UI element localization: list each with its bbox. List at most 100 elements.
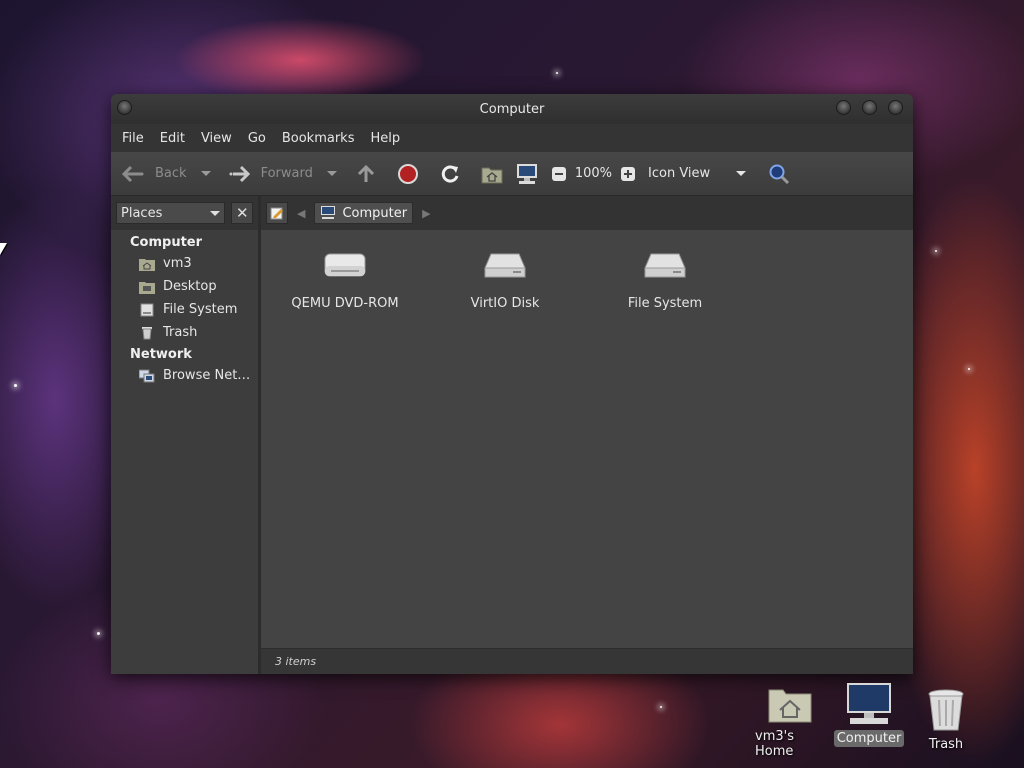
content-pane: ◀ Computer ▶ QEMU DVD-ROM VirtIO Disk Fi… xyxy=(261,196,913,674)
window-title: Computer xyxy=(479,101,545,117)
search-button[interactable] xyxy=(768,163,790,185)
home-folder-icon xyxy=(768,689,812,723)
stop-icon xyxy=(397,163,418,184)
up-arrow-icon xyxy=(357,164,374,182)
location-bar: ◀ Computer ▶ xyxy=(261,196,913,230)
network-icon xyxy=(139,368,155,384)
forward-history-dropdown-icon[interactable] xyxy=(326,171,337,176)
zoom-in-button[interactable] xyxy=(620,166,636,182)
star xyxy=(935,250,937,252)
sidebar: Places ✕ Computer vm3 Desktop File Syste… xyxy=(111,196,261,674)
file-item-file-system[interactable]: File System xyxy=(585,246,745,311)
file-icon-view[interactable]: QEMU DVD-ROM VirtIO Disk File System xyxy=(261,230,913,648)
sidebar-item-desktop[interactable]: Desktop xyxy=(111,275,258,298)
desktop-icon-computer[interactable]: Computer xyxy=(833,682,905,747)
sidebar-close-button[interactable]: ✕ xyxy=(231,202,253,224)
zoom-in-icon xyxy=(621,166,636,181)
sidebar-item-trash[interactable]: Trash xyxy=(111,321,258,344)
file-item-label: VirtIO Disk xyxy=(470,296,540,311)
back-history-dropdown-icon[interactable] xyxy=(200,171,211,176)
zoom-out-icon xyxy=(551,166,566,181)
computer-icon xyxy=(321,206,336,219)
hard-disk-icon xyxy=(643,246,687,280)
edit-pencil-icon xyxy=(270,207,283,220)
sidebar-item-label: Browse Net… xyxy=(163,368,251,383)
forward-arrow-icon xyxy=(229,165,250,182)
computer-icon xyxy=(516,163,537,184)
menu-edit[interactable]: Edit xyxy=(152,131,193,146)
file-item-virtio-disk[interactable]: VirtIO Disk xyxy=(425,246,585,311)
mouse-cursor xyxy=(0,243,7,255)
menu-go[interactable]: Go xyxy=(240,131,274,146)
menubar: File Edit View Go Bookmarks Help xyxy=(111,124,913,152)
file-item-label: File System xyxy=(627,296,703,311)
desktop-icon-label: vm3's Home xyxy=(755,729,794,759)
zoom-level: 100% xyxy=(574,166,613,181)
computer-icon xyxy=(847,683,891,724)
breadcrumb-computer[interactable]: Computer xyxy=(314,202,414,224)
path-scroll-right-icon[interactable]: ▶ xyxy=(422,207,430,220)
desktop-folder-icon xyxy=(139,279,155,295)
sidebar-item-label: Trash xyxy=(163,325,198,340)
desktop-icon-home[interactable]: vm3's Home xyxy=(752,684,828,760)
desktop-icon-label: Trash xyxy=(928,737,964,752)
zoom-out-button[interactable] xyxy=(551,166,567,182)
computer-button[interactable] xyxy=(515,163,539,185)
file-item-label: QEMU DVD-ROM xyxy=(291,296,399,311)
maximize-button[interactable] xyxy=(862,100,877,115)
sidebar-item-label: File System xyxy=(163,302,238,317)
toolbar: Back Forward 100% Icon View xyxy=(111,152,913,196)
menu-help[interactable]: Help xyxy=(362,131,408,146)
chevron-down-icon xyxy=(736,171,747,176)
back-arrow-icon xyxy=(121,165,144,182)
breadcrumb-label: Computer xyxy=(342,205,408,221)
star xyxy=(14,384,17,387)
reload-icon xyxy=(441,165,459,183)
view-mode-select[interactable]: Icon View xyxy=(648,166,747,181)
file-item-qemu-dvd-rom[interactable]: QEMU DVD-ROM xyxy=(265,246,425,311)
chevron-down-icon xyxy=(210,210,221,216)
star xyxy=(968,368,970,370)
menu-view[interactable]: View xyxy=(193,131,240,146)
titlebar[interactable]: Computer xyxy=(111,94,913,124)
trash-icon xyxy=(139,325,155,341)
window-menu-button[interactable] xyxy=(117,100,132,115)
trash-icon xyxy=(928,689,964,731)
desktop-icon-trash[interactable]: Trash xyxy=(918,688,974,753)
menu-bookmarks[interactable]: Bookmarks xyxy=(274,131,363,146)
sidebar-item-label: Desktop xyxy=(163,279,217,294)
up-button[interactable] xyxy=(355,163,377,185)
home-button[interactable] xyxy=(481,164,503,184)
stop-button[interactable] xyxy=(397,163,419,185)
file-manager-window: Computer File Edit View Go Bookmarks Hel… xyxy=(111,94,913,674)
sidebar-type-select[interactable]: Places xyxy=(116,202,226,224)
filesystem-icon xyxy=(139,302,155,318)
star xyxy=(556,72,558,74)
home-folder-icon xyxy=(481,167,503,183)
forward-label: Forward xyxy=(260,166,313,181)
status-text: 3 items xyxy=(275,655,317,668)
sidebar-item-browse-network[interactable]: Browse Net… xyxy=(111,364,258,387)
sidebar-item-filesystem[interactable]: File System xyxy=(111,298,258,321)
hard-disk-icon xyxy=(483,246,527,280)
star xyxy=(97,632,100,635)
reload-button[interactable] xyxy=(439,163,461,185)
sidebar-type-value: Places xyxy=(121,205,163,221)
home-folder-icon xyxy=(139,256,155,272)
location-edit-button[interactable] xyxy=(266,202,288,224)
main-area: Places ✕ Computer vm3 Desktop File Syste… xyxy=(111,196,913,674)
back-button[interactable]: Back xyxy=(121,164,211,184)
close-icon: ✕ xyxy=(235,204,249,222)
optical-drive-icon xyxy=(323,246,367,280)
menu-file[interactable]: File xyxy=(114,131,152,146)
desktop-icon-label: Computer xyxy=(833,730,905,747)
minimize-button[interactable] xyxy=(836,100,851,115)
close-button[interactable] xyxy=(888,100,903,115)
path-scroll-left-icon[interactable]: ◀ xyxy=(297,207,305,220)
forward-button[interactable]: Forward xyxy=(227,164,337,184)
search-icon xyxy=(769,164,790,184)
sidebar-item-vm3[interactable]: vm3 xyxy=(111,252,258,275)
view-mode-value: Icon View xyxy=(648,166,711,181)
back-label: Back xyxy=(155,166,187,181)
sidebar-header: Places ✕ xyxy=(111,196,258,230)
